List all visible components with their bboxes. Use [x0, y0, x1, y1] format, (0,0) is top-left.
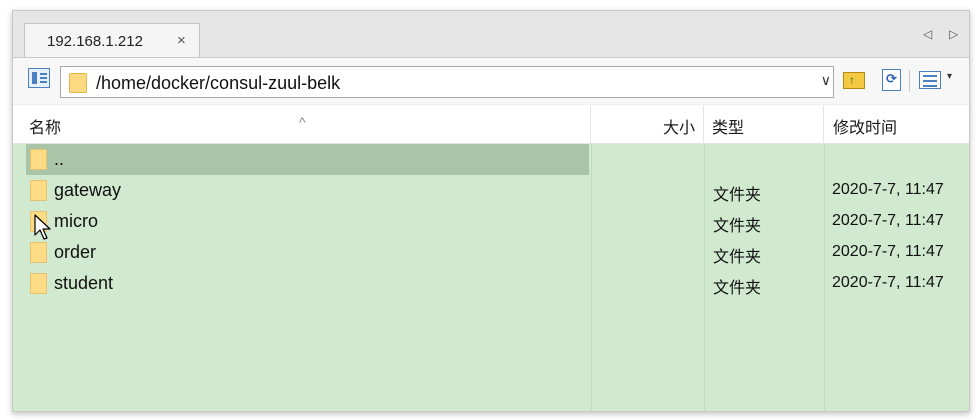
item-modified: 2020-7-7, 11:47 [832, 181, 944, 198]
column-header-name[interactable]: 名称 ^ [13, 105, 591, 143]
tab-label: 192.168.1.212 [47, 33, 143, 50]
tab-bar: 192.168.1.212 × ◁ ▷ [13, 11, 969, 58]
item-name: micro [54, 211, 98, 231]
item-name: .. [54, 149, 65, 169]
folder-icon [30, 273, 47, 294]
path-input[interactable]: /home/docker/consul-zuul-belk ∨ [60, 66, 834, 98]
folder-icon [30, 211, 47, 232]
folder-icon [30, 242, 47, 263]
item-type: 文件夹 [713, 249, 762, 266]
column-header-size[interactable]: 大小 [591, 105, 704, 143]
list-item-parent[interactable]: .. [13, 144, 969, 175]
item-type: 文件夹 [713, 218, 762, 235]
folder-icon [30, 180, 47, 201]
folder-icon [69, 73, 87, 93]
scroll-tabs-left-icon[interactable]: ◁ [923, 27, 932, 41]
column-size-label: 大小 [662, 120, 695, 137]
toggle-tree-icon[interactable] [28, 68, 50, 88]
view-mode-button[interactable]: ▾ [917, 67, 957, 93]
selection-highlight [26, 144, 589, 175]
list-item[interactable]: micro 文件夹 2020-7-7, 11:47 [13, 206, 969, 237]
chevron-down-icon[interactable]: ∨ [821, 72, 831, 89]
item-type: 文件夹 [713, 280, 762, 297]
refresh-button[interactable]: ⟳ [879, 67, 905, 93]
column-header-type[interactable]: 类型 [704, 105, 824, 143]
parent-folder-button[interactable]: ↑ [841, 67, 867, 93]
item-type: 文件夹 [713, 187, 762, 204]
item-name: gateway [54, 180, 122, 200]
caret-down-icon: ▾ [947, 71, 953, 82]
path-value: /home/docker/consul-zuul-belk [96, 73, 341, 93]
item-modified: 2020-7-7, 11:47 [832, 243, 944, 260]
column-name-label: 名称 [29, 120, 62, 137]
list-item[interactable]: gateway 文件夹 2020-7-7, 11:47 [13, 175, 969, 206]
scroll-tabs-right-icon[interactable]: ▷ [949, 27, 958, 41]
column-modified-label: 修改时间 [833, 120, 898, 137]
column-type-label: 类型 [712, 120, 745, 137]
column-header-modified[interactable]: 修改时间 [824, 105, 969, 143]
item-modified: 2020-7-7, 11:47 [832, 274, 944, 291]
file-list: .. gateway 文件夹 2020-7-7, 11:47 micro 文件夹… [13, 144, 969, 411]
item-modified: 2020-7-7, 11:47 [832, 212, 944, 229]
list-item[interactable]: order 文件夹 2020-7-7, 11:47 [13, 237, 969, 268]
item-name: student [54, 273, 114, 293]
column-header: 名称 ^ 大小 类型 修改时间 [13, 105, 969, 144]
folder-icon [30, 149, 47, 170]
file-browser-window: 192.168.1.212 × ◁ ▷ /home/docker/consul-… [12, 10, 970, 412]
address-toolbar: /home/docker/consul-zuul-belk ∨ ↑ ⟳ ▾ [13, 58, 969, 104]
item-name: order [54, 242, 97, 262]
tab-close-icon[interactable]: × [177, 32, 186, 49]
sort-ascending-icon: ^ [299, 114, 306, 130]
list-item[interactable]: student 文件夹 2020-7-7, 11:47 [13, 268, 969, 299]
tab-session[interactable]: 192.168.1.212 × [24, 23, 200, 57]
toolbar-divider [909, 70, 910, 92]
list-view-icon [919, 71, 941, 89]
